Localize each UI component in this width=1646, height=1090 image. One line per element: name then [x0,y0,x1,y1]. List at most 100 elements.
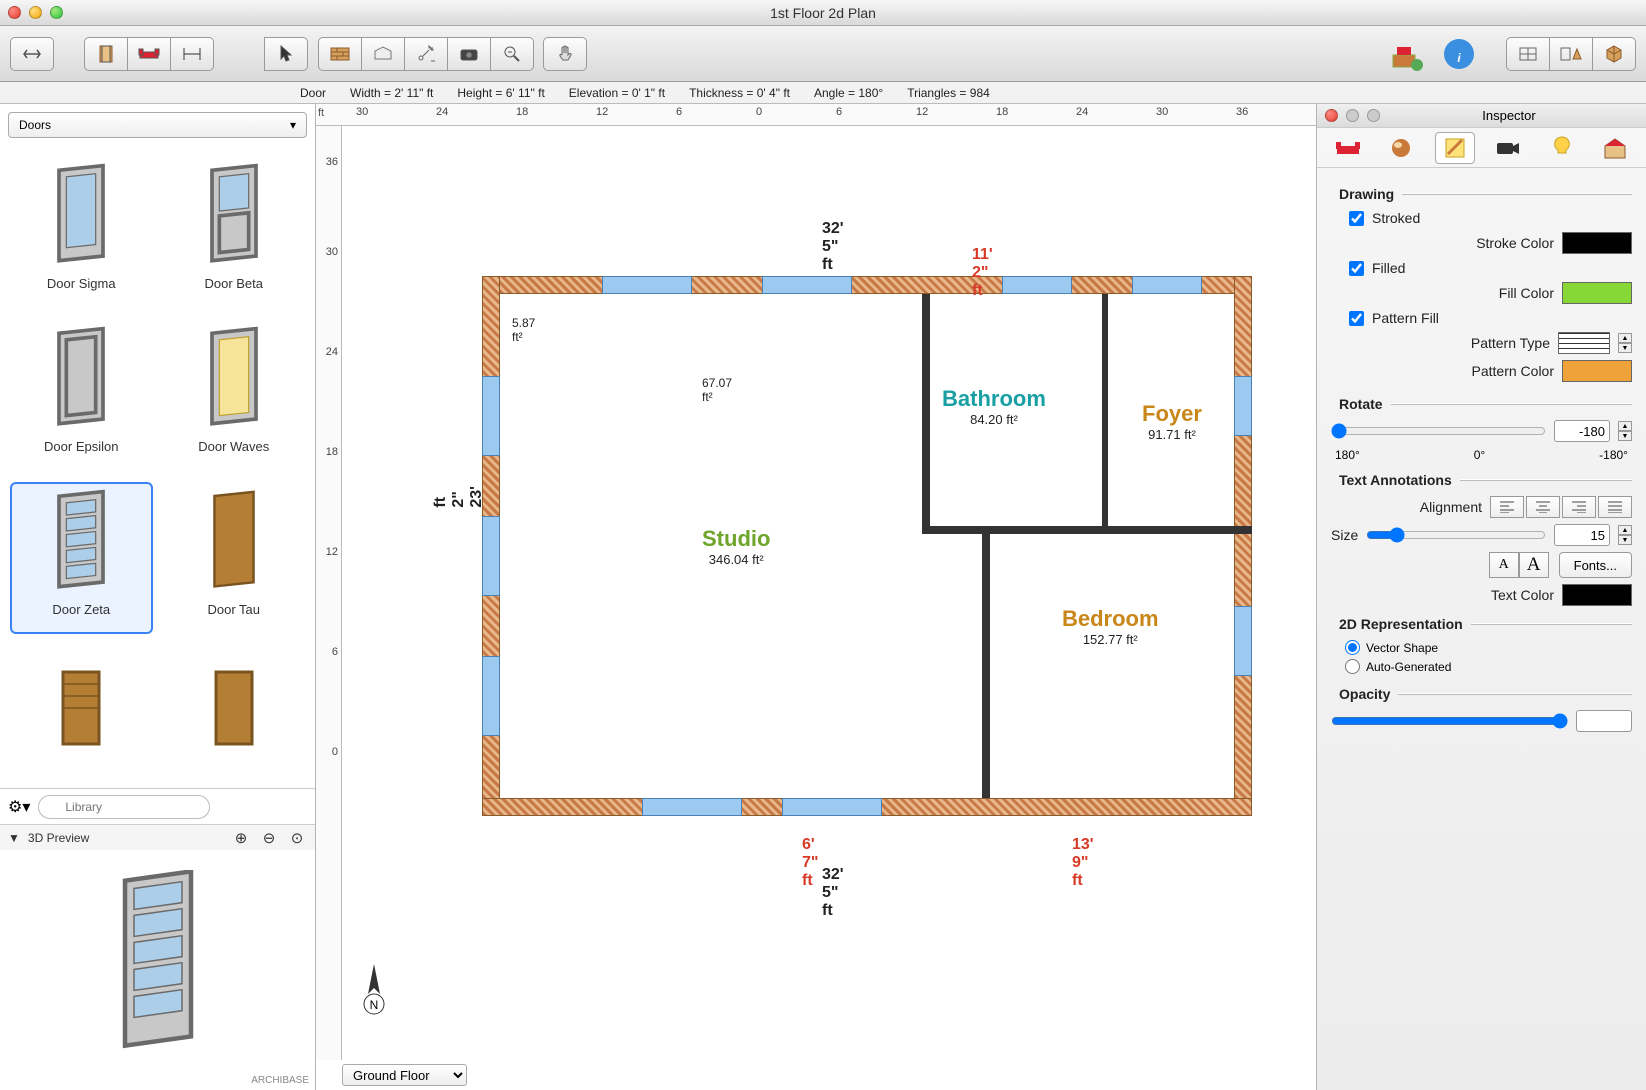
library-item[interactable]: Door Sigma [10,156,153,309]
floor-select[interactable]: Ground Floor [342,1064,467,1086]
canvas[interactable]: ft 30 24 18 12 6 0 6 12 18 24 30 36 36 3… [316,104,1316,1090]
area-label: 5.87 ft² [512,316,535,344]
dimension: 11' 2" ft [972,246,993,300]
room-area: 91.71 ft² [1142,427,1202,442]
stroke-color-well[interactable] [1562,232,1632,254]
inspector-tab-2d[interactable] [1435,132,1475,164]
text-color-well[interactable] [1562,584,1632,606]
rotate-slider[interactable] [1331,423,1546,439]
preview-3d[interactable]: ARCHIBASE [0,850,315,1090]
ruler-unit: ft [318,107,324,119]
status-thickness: Thickness = 0' 4" ft [689,86,790,100]
font-small-button[interactable]: A [1489,552,1519,578]
rep-vector-radio[interactable] [1345,640,1360,655]
expand-sidebar-button[interactable] [10,37,54,71]
align-justify-button[interactable] [1598,496,1632,518]
size-step-up[interactable]: ▲ [1618,525,1632,535]
library-item[interactable]: Door Zeta [10,482,153,635]
text-size-input[interactable] [1554,524,1610,546]
minimize-window-icon[interactable] [29,6,42,19]
alignment-label: Alignment [1420,499,1482,515]
inspector-tab-building[interactable] [1595,132,1635,164]
align-right-button[interactable] [1562,496,1596,518]
zoom-tool-button[interactable] [490,37,534,71]
fill-color-well[interactable] [1562,282,1632,304]
library-item[interactable]: Door Beta [163,156,306,309]
info-icon[interactable]: i [1438,33,1480,75]
text-color-label: Text Color [1491,587,1554,603]
pan-tool-button[interactable] [543,37,587,71]
library-search-input[interactable] [38,795,210,819]
size-step-down[interactable]: ▼ [1618,535,1632,545]
stroked-checkbox[interactable] [1349,211,1364,226]
pattern-color-well[interactable] [1562,360,1632,382]
room-area: 152.77 ft² [1062,632,1159,647]
camera-button[interactable] [447,37,491,71]
opacity-input[interactable] [1576,710,1632,732]
fonts-button[interactable]: Fonts... [1559,552,1632,578]
library-item[interactable]: Door Tau [163,482,306,635]
library-item[interactable]: Door Waves [163,319,306,472]
pattern-type-label: Pattern Type [1471,335,1550,351]
export-icon[interactable] [1386,33,1428,75]
opacity-slider[interactable] [1331,713,1568,729]
align-left-button[interactable] [1490,496,1524,518]
library-category-select[interactable]: Doors ▾ [8,112,307,138]
room-area: 84.20 ft² [942,412,1046,427]
rep-vector-label: Vector Shape [1366,641,1438,655]
select-tool-button[interactable] [264,37,308,71]
gear-icon[interactable]: ⚙︎▾ [8,797,30,817]
inspector-title: Inspector [1380,108,1638,123]
view-split-button[interactable] [1549,37,1593,71]
show-furniture-button[interactable] [127,37,171,71]
opacity-title: Opacity [1331,686,1632,702]
drawing-area[interactable]: 32' 5" ft 11' 2" ft 23' 2" ft 6' 7" ft 1… [342,126,1316,1060]
rotate-step-down[interactable]: ▼ [1618,431,1632,441]
show-dimensions-button[interactable] [170,37,214,71]
pattern-fill-checkbox[interactable] [1349,311,1364,326]
filled-checkbox[interactable] [1349,261,1364,276]
library-panel: Doors ▾ Door Sigma Door Beta Door Epsilo… [0,104,316,1090]
close-window-icon[interactable] [8,6,21,19]
preview-logo: ARCHIBASE [251,1075,309,1086]
pattern-type-well[interactable] [1558,332,1610,354]
view-2d-button[interactable] [1506,37,1550,71]
library-item[interactable] [10,644,153,778]
library-toolbar: ⚙︎▾ 🔍 [0,788,315,824]
status-triangles: Triangles = 984 [907,86,990,100]
floor-selector: Ground Floor [342,1060,467,1090]
zoom-in-icon[interactable]: ⊕ [231,829,251,847]
zoom-reset-icon[interactable]: ⊙ [287,829,307,847]
rotate-step-up[interactable]: ▲ [1618,421,1632,431]
wall-tool-button[interactable] [318,37,362,71]
pattern-step-up[interactable]: ▲ [1618,333,1632,343]
room-tool-button[interactable] [361,37,405,71]
font-large-button[interactable]: A [1519,552,1549,578]
titlebar: 1st Floor 2d Plan [0,0,1646,26]
view-3d-button[interactable] [1592,37,1636,71]
close-icon[interactable] [1325,109,1338,122]
library-item-label: Door Zeta [52,602,110,617]
preview-title: 3D Preview [28,831,223,845]
inspector-tab-lights[interactable] [1542,132,1582,164]
rep-auto-radio[interactable] [1345,659,1360,674]
library-grid: Door Sigma Door Beta Door Epsilon Door W… [0,146,315,788]
room-name: Bedroom [1062,606,1159,632]
rotate-input[interactable] [1554,420,1610,442]
inspector-tab-camera[interactable] [1488,132,1528,164]
tools-dropdown-button[interactable] [404,37,448,71]
zoom-out-icon[interactable]: ⊖ [259,829,279,847]
show-doors-button[interactable] [84,37,128,71]
align-center-button[interactable] [1526,496,1560,518]
disclosure-icon[interactable]: ▼ [8,831,20,845]
zoom-window-icon[interactable] [50,6,63,19]
dimension: 32' 5" ft [822,220,844,274]
library-item[interactable]: Door Epsilon [10,319,153,472]
room-name: Foyer [1142,401,1202,427]
pattern-step-down[interactable]: ▼ [1618,343,1632,353]
inspector-tab-materials[interactable] [1381,132,1421,164]
inspector-tab-object[interactable] [1328,132,1368,164]
text-size-slider[interactable] [1366,527,1546,543]
library-item-label: Door Tau [207,602,260,617]
library-item[interactable] [163,644,306,778]
